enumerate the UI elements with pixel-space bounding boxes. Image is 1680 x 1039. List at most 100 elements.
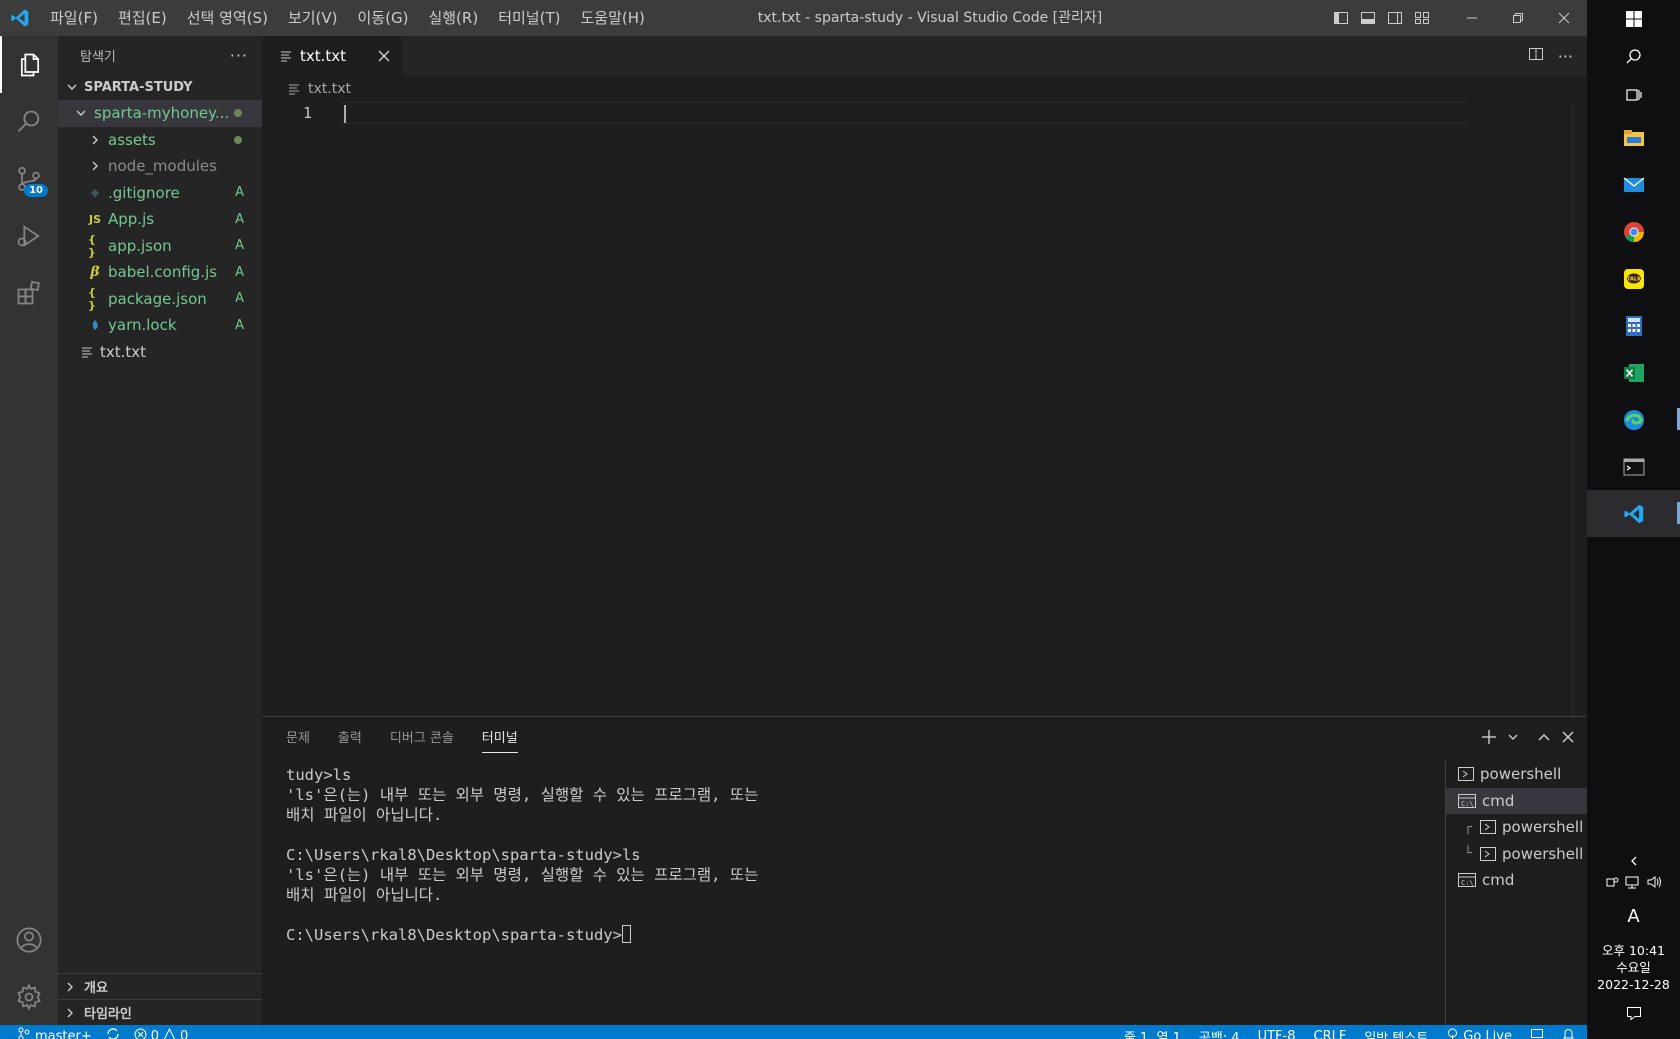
file-package-json[interactable]: { } package.json A	[58, 286, 262, 313]
language-mode[interactable]: 일반 텍스트	[1364, 1027, 1428, 1039]
maximize-panel-icon[interactable]	[1537, 730, 1551, 748]
indentation[interactable]: 공백: 4	[1199, 1027, 1240, 1039]
excel-app-icon[interactable]	[1587, 349, 1680, 396]
folder-assets[interactable]: assets	[58, 127, 262, 154]
task-view-icon[interactable]	[1587, 76, 1680, 114]
menu-help[interactable]: 도움말(H)	[570, 0, 654, 36]
taskbar-search-icon[interactable]	[1587, 38, 1680, 76]
taskbar-clock[interactable]: 오후 10:41 수요일 2022-12-28	[1587, 942, 1680, 993]
tree-item-label: sparta-myhoney...	[94, 104, 230, 123]
extensions-icon[interactable]	[0, 264, 58, 321]
volume-icon[interactable]	[1647, 875, 1663, 893]
tree-item-label: assets	[108, 130, 156, 149]
show-hidden-icons-chevron-icon[interactable]	[1587, 850, 1680, 872]
error-icon	[134, 1028, 147, 1039]
outline-section[interactable]: 개요	[58, 973, 262, 999]
file-app-json[interactable]: { } app.json A	[58, 233, 262, 260]
clock-time: 오후 10:41	[1602, 943, 1665, 958]
chrome-app-icon[interactable]	[1587, 208, 1680, 255]
toggle-primary-sidebar-icon[interactable]	[1327, 0, 1354, 36]
minimize-icon[interactable]	[1449, 0, 1495, 36]
text-file-icon	[288, 83, 300, 95]
tab-debug-console[interactable]: 디버그 콘솔	[390, 717, 454, 761]
tab-terminal[interactable]: 터미널	[481, 717, 518, 761]
menu-view[interactable]: 보기(V)	[278, 0, 348, 36]
cursor-position[interactable]: 줄 1, 열 1	[1124, 1027, 1181, 1039]
file-txt-txt[interactable]: txt.txt	[58, 339, 262, 366]
mail-app-icon[interactable]	[1587, 161, 1680, 208]
menu-file[interactable]: 파일(F)	[40, 0, 108, 36]
close-tab-icon[interactable]	[378, 50, 390, 62]
timeline-section[interactable]: 타임라인	[58, 999, 262, 1025]
file-explorer-app-icon[interactable]	[1587, 114, 1680, 161]
file-babel-config[interactable]: β babel.config.js A	[58, 259, 262, 286]
vertical-scrollbar[interactable]	[1572, 104, 1573, 716]
file-yarn-lock[interactable]: yarn.lock A	[58, 312, 262, 339]
terminal-output[interactable]: tudy>ls 'ls'은(는) 내부 또는 외부 명령, 실행할 수 있는 프로…	[286, 765, 1386, 945]
line-content[interactable]	[340, 102, 1467, 124]
ime-indicator[interactable]: A	[1587, 896, 1680, 936]
edge-app-icon[interactable]	[1587, 396, 1680, 443]
breadcrumb-file[interactable]: txt.txt	[308, 81, 351, 97]
toggle-panel-icon[interactable]	[1354, 0, 1381, 36]
menu-terminal[interactable]: 터미널(T)	[488, 0, 570, 36]
action-center-icon[interactable]	[1587, 1005, 1680, 1021]
chevron-down-icon	[66, 81, 78, 93]
folder-node-modules[interactable]: node_modules	[58, 153, 262, 180]
new-terminal-icon[interactable]	[1481, 729, 1497, 749]
code-editor[interactable]: 1	[262, 102, 1587, 124]
search-icon[interactable]	[0, 93, 58, 150]
menu-selection[interactable]: 선택 영역(S)	[177, 0, 278, 36]
more-actions-icon[interactable]: ···	[230, 46, 248, 65]
customize-layout-icon[interactable]	[1408, 0, 1435, 36]
git-status: A	[235, 317, 244, 333]
go-live-button[interactable]: Go Live	[1446, 1028, 1512, 1039]
source-control-icon[interactable]: 10	[0, 150, 58, 207]
folder-sparta-myhoney[interactable]: sparta-myhoney...	[58, 100, 262, 127]
vscode-logo-icon[interactable]	[0, 0, 40, 36]
encoding[interactable]: UTF-8	[1258, 1029, 1296, 1039]
problems-status[interactable]: 0 0	[134, 1027, 188, 1039]
feedback-icon[interactable]	[1530, 1027, 1544, 1039]
calculator-app-icon[interactable]	[1587, 302, 1680, 349]
manage-gear-icon[interactable]	[0, 968, 58, 1025]
explorer-icon[interactable]	[0, 36, 58, 93]
file-gitignore[interactable]: ◆ .gitignore A	[58, 180, 262, 207]
terminal-app-icon[interactable]	[1587, 443, 1680, 490]
close-panel-icon[interactable]	[1561, 730, 1575, 748]
editor-area: txt.txt ··· txt.txt 1	[262, 36, 1587, 716]
tree-item-label: babel.config.js	[108, 263, 218, 282]
menu-go[interactable]: 이동(G)	[348, 0, 419, 36]
close-window-icon[interactable]	[1541, 0, 1587, 36]
tab-txt-txt[interactable]: txt.txt	[262, 36, 402, 76]
terminal-item-cmd[interactable]: C:\ cmd	[1446, 787, 1587, 814]
file-app-js[interactable]: JS App.js A	[58, 206, 262, 233]
kakaotalk-app-icon[interactable]: TALK	[1587, 255, 1680, 302]
workspace-section-header[interactable]: SPARTA-STUDY	[58, 74, 262, 100]
menu-edit[interactable]: 편집(E)	[108, 0, 177, 36]
terminal-item-cmd[interactable]: C:\ cmd	[1446, 867, 1587, 894]
terminal-item-powershell[interactable]: powershell	[1446, 761, 1587, 788]
split-editor-icon[interactable]	[1528, 46, 1544, 66]
editor-more-actions-icon[interactable]: ···	[1558, 47, 1573, 66]
terminal-item-powershell[interactable]: ┌ powershell	[1446, 814, 1587, 841]
branch-status[interactable]: master+	[18, 1027, 92, 1039]
toggle-secondary-sidebar-icon[interactable]	[1381, 0, 1408, 36]
tab-problems[interactable]: 문제	[286, 717, 310, 761]
tree-item-label: package.json	[108, 289, 207, 308]
sync-icon[interactable]	[106, 1027, 120, 1039]
tab-output[interactable]: 출력	[338, 717, 362, 761]
accounts-icon[interactable]	[0, 911, 58, 968]
run-debug-icon[interactable]	[0, 207, 58, 264]
meet-now-icon[interactable]	[1605, 875, 1619, 893]
json-file-icon: { }	[88, 285, 96, 312]
windows-start-icon[interactable]	[1587, 0, 1680, 38]
end-of-line[interactable]: CRLF	[1314, 1029, 1347, 1039]
terminal-item-powershell[interactable]: └ powershell	[1446, 841, 1587, 868]
chevron-down-icon[interactable]	[1507, 731, 1519, 747]
menu-run[interactable]: 실행(R)	[418, 0, 488, 36]
notifications-bell-icon[interactable]	[1562, 1027, 1575, 1039]
vscode-app-icon[interactable]	[1587, 490, 1680, 537]
network-icon[interactable]	[1625, 875, 1641, 893]
restore-icon[interactable]	[1495, 0, 1541, 36]
